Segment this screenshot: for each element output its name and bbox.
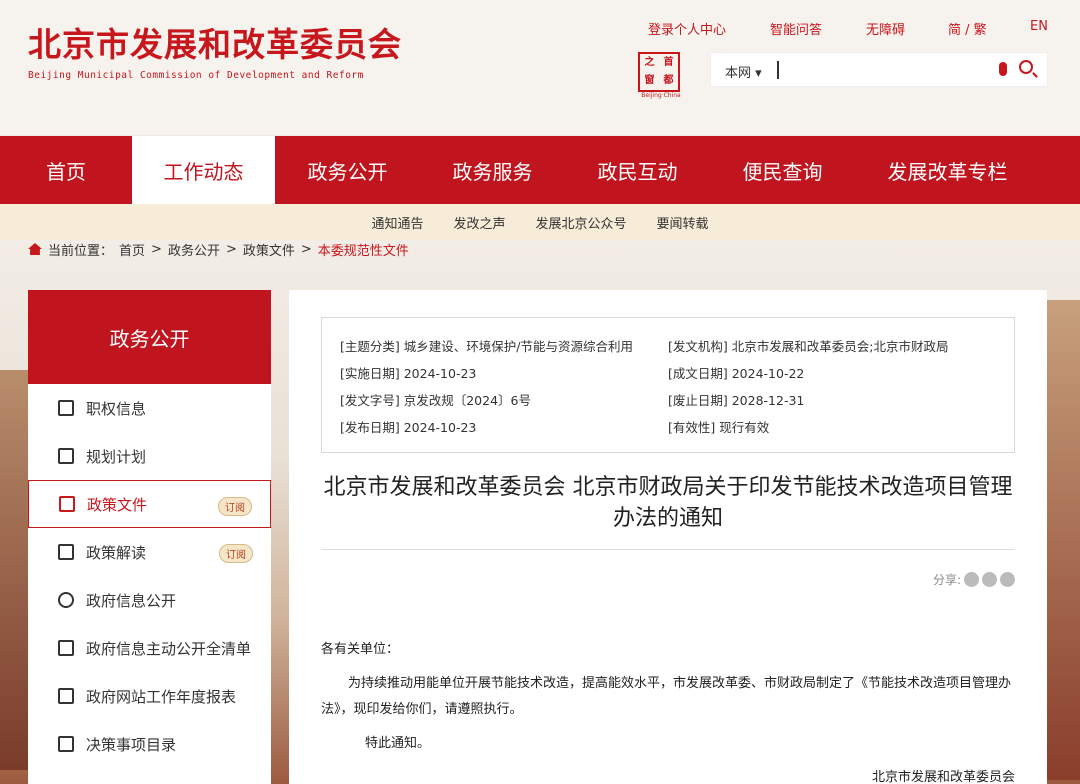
nav-gov-services[interactable]: 政务服务 — [420, 136, 565, 204]
sidebar-item-label: 政府信息公开 — [86, 591, 177, 610]
sidebar-item-label: 政策解读 — [86, 543, 147, 562]
sidebar-item-label: 职权信息 — [86, 399, 147, 418]
subscribe-button[interactable]: 订阅 — [219, 544, 253, 563]
breadcrumb-item[interactable]: 政务公开 — [168, 240, 220, 259]
signature: 北京市发展和改革委员会 — [871, 770, 1015, 784]
sidebar-item-planning[interactable]: 规划计划 — [28, 432, 271, 480]
subscribe-button[interactable]: 订阅 — [218, 497, 252, 516]
divider — [321, 549, 1015, 550]
calendar-icon — [58, 736, 74, 752]
microphone-icon[interactable] — [999, 62, 1007, 76]
sidebar-item-policy-docs[interactable]: 政策文件 订阅 — [28, 480, 271, 528]
meta-topic: [主题分类] 城乡建设、环境保护/节能与资源综合利用 — [340, 339, 633, 354]
nav-reform-column[interactable]: 发展改革专栏 — [855, 136, 1040, 204]
share-bar: 分享: — [933, 571, 1015, 588]
subnav-voice[interactable]: 发改之声 — [453, 213, 505, 232]
meta-made-date: [成文日期] 2024-10-22 — [668, 366, 805, 381]
sidebar-item-label: 决策事项目录 — [86, 735, 177, 754]
article-body: 各有关单位： 为持续推动用能单位开展节能技术改造，提高能效水平，市发展改革委、市… — [321, 637, 1015, 784]
nav-home[interactable]: 首页 — [0, 136, 132, 204]
sidebar: 政务公开 职权信息 规划计划 政策文件 订阅 政策解读 订阅 政府信息公开 政府信息… — [28, 290, 271, 784]
nav-query[interactable]: 便民查询 — [710, 136, 855, 204]
nav-interaction[interactable]: 政民互动 — [565, 136, 710, 204]
lang-switch-link[interactable]: 简 / 繁 — [948, 19, 987, 38]
edit-icon — [58, 448, 74, 464]
search-input-caret[interactable] — [777, 61, 779, 79]
favorite-icon[interactable] — [1000, 572, 1015, 587]
sidebar-title: 政务公开 — [28, 290, 271, 384]
breadcrumb-current[interactable]: 本委规范性文件 — [318, 240, 409, 259]
reading-icon — [58, 544, 74, 560]
meta-doc-number: [发文字号] 京发改规〔2024〕6号 — [340, 393, 531, 408]
english-link[interactable]: EN — [1030, 19, 1048, 34]
accessibility-link[interactable]: 无障碍 — [866, 19, 905, 38]
search-box[interactable]: 本网 ▾ — [710, 52, 1048, 87]
article-panel: [主题分类] 城乡建设、环境保护/节能与资源综合利用 [发文机构] 北京市发展和… — [289, 290, 1047, 784]
meta-org: [发文机构] 北京市发展和改革委员会;北京市财政局 — [668, 339, 949, 354]
document-icon — [58, 640, 74, 656]
meta-validity: [有效性] 现行有效 — [668, 420, 770, 435]
notice-line: 特此通知。 — [365, 736, 431, 751]
salutation: 各有关单位： — [321, 642, 400, 657]
nav-gov-affairs[interactable]: 政务公开 — [275, 136, 420, 204]
sidebar-item-label: 政府网站工作年度报表 — [86, 687, 237, 706]
sidebar-item-label: 规划计划 — [86, 447, 147, 466]
site-logo[interactable]: 北京市发展和改革委员会 Beijing Municipal Commission… — [28, 18, 402, 81]
body-paragraph: 为持续推动用能单位开展节能技术改造，提高能效水平，市发展改革委、市财政局制定了《… — [321, 676, 1012, 717]
sidebar-item-disclosure-list[interactable]: 政府信息主动公开全清单 — [28, 624, 271, 672]
seal-char: 首 — [663, 57, 674, 68]
breadcrumb: 当前位置： 首页 > 政务公开 > 政策文件 > 本委规范性文件 — [28, 240, 409, 259]
top-links: 登录个人中心 智能问答 无障碍 简 / 繁 EN — [630, 19, 1060, 38]
compass-icon — [58, 592, 74, 608]
breadcrumb-item[interactable]: 政策文件 — [243, 240, 295, 259]
sidebar-item-authority[interactable]: 职权信息 — [28, 384, 271, 432]
smart-qa-link[interactable]: 智能问答 — [770, 19, 822, 38]
sub-nav: 通知通告 发改之声 发展北京公众号 要闻转载 — [0, 204, 1080, 240]
sidebar-item-decision-catalog[interactable]: 决策事项目录 — [28, 720, 271, 768]
person-icon — [58, 400, 74, 416]
seal-caption: Beijing·China — [641, 92, 681, 99]
seal-char: 之 — [644, 57, 655, 68]
breadcrumb-label: 当前位置： — [48, 243, 114, 259]
share-label: 分享: — [932, 573, 961, 587]
seal-char: 都 — [663, 75, 674, 86]
subnav-reprints[interactable]: 要闻转载 — [657, 213, 709, 232]
layers-icon — [59, 496, 75, 512]
nav-work-news[interactable]: 工作动态 — [132, 136, 275, 204]
site-title-en: Beijing Municipal Commission of Developm… — [28, 70, 364, 81]
sidebar-item-label: 政府信息主动公开全清单 — [86, 639, 252, 658]
subnav-wechat[interactable]: 发展北京公众号 — [536, 213, 627, 232]
wechat-icon[interactable] — [982, 572, 997, 587]
seal-char: 窗 — [644, 75, 655, 86]
site-title-cn: 北京市发展和改革委员会 — [28, 25, 402, 64]
home-icon[interactable] — [28, 243, 42, 255]
sidebar-item-policy-reading[interactable]: 政策解读 订阅 — [28, 528, 271, 576]
subnav-notices[interactable]: 通知通告 — [371, 213, 423, 232]
document-meta-table: [主题分类] 城乡建设、环境保护/节能与资源综合利用 [发文机构] 北京市发展和… — [321, 317, 1015, 453]
search-icon[interactable] — [1019, 60, 1033, 74]
meta-pub-date: [发布日期] 2024-10-23 — [340, 420, 477, 435]
meta-expire-date: [废止日期] 2028-12-31 — [668, 393, 805, 408]
search-scope-select[interactable]: 本网 ▾ — [725, 62, 762, 81]
site-header: 北京市发展和改革委员会 Beijing Municipal Commission… — [0, 0, 1080, 135]
login-link[interactable]: 登录个人中心 — [648, 19, 726, 38]
article-title: 北京市发展和改革委员会 北京市财政局关于印发节能技术改造项目管理办法的通知 — [323, 475, 1013, 531]
sidebar-item-label: 政策文件 — [87, 495, 148, 514]
main-nav: 首页 工作动态 政务公开 政务服务 政民互动 便民查询 发展改革专栏 — [0, 136, 1080, 204]
capital-window-seal[interactable]: 之 首 窗 都 Beijing·China — [638, 52, 684, 100]
sidebar-item-info-disclosure[interactable]: 政府信息公开 — [28, 576, 271, 624]
sidebar-item-annual-report[interactable]: 政府网站工作年度报表 — [28, 672, 271, 720]
meta-impl-date: [实施日期] 2024-10-23 — [340, 366, 477, 381]
weibo-icon[interactable] — [964, 572, 979, 587]
report-icon — [58, 688, 74, 704]
breadcrumb-item[interactable]: 首页 — [119, 240, 145, 259]
